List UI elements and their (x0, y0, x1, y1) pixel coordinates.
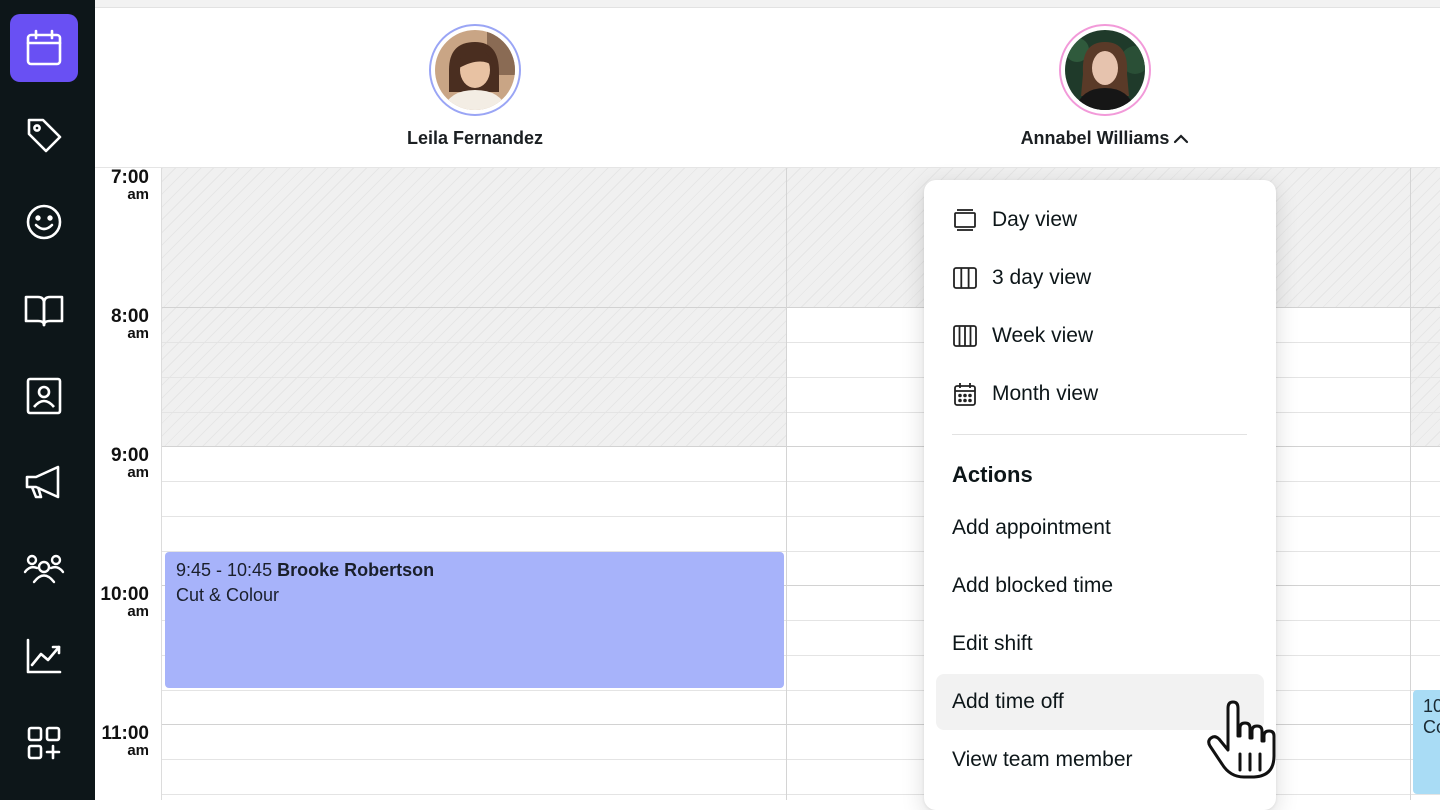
menu-item-label: Add appointment (952, 516, 1111, 539)
menu-item-label: Month view (992, 382, 1099, 405)
menu-item-add-appointment[interactable]: Add appointment (936, 500, 1264, 556)
time-gutter: 7:00 am 8:00 am 9:00 am 10:00 am 11:00 am (95, 168, 162, 800)
menu-item-week-view[interactable]: Week view (936, 308, 1264, 364)
menu-item-edit-shift[interactable]: Edit shift (936, 616, 1264, 672)
sidebar-item-clients[interactable] (10, 188, 78, 256)
appointment-time: 10 (1423, 696, 1440, 716)
time-label: 8:00 am (110, 306, 149, 342)
menu-item-label: Add time off (952, 690, 1064, 713)
team-member-annabel[interactable]: Annabel Williams (955, 24, 1255, 149)
tag-icon (27, 118, 62, 153)
menu-item-month-view[interactable]: Month view (936, 366, 1264, 422)
menu-item-label: Add blocked time (952, 574, 1114, 597)
time-label: 9:00 am (110, 445, 149, 481)
time-label: 7:00 am (110, 167, 149, 203)
sidebar-item-reports[interactable] (10, 622, 78, 690)
appointment-service: Cut & Colour (176, 585, 280, 605)
menu-item-day-view[interactable]: Day view (936, 192, 1264, 248)
chart-icon (26, 638, 62, 674)
top-strip (95, 0, 1440, 8)
team-icon (23, 554, 65, 584)
sidebar-item-calendar[interactable] (10, 14, 78, 82)
team-member-leila[interactable]: Leila Fernandez (325, 24, 625, 149)
menu-item-label: Week view (992, 324, 1094, 347)
time-label: 11:00 am (101, 723, 149, 759)
avatar (429, 24, 521, 116)
avatar-photo-icon (1065, 30, 1145, 110)
menu-item-add-blocked-time[interactable]: Add blocked time (936, 558, 1264, 614)
contact-card-icon (26, 377, 62, 415)
sidebar-item-sales[interactable] (10, 101, 78, 169)
sidebar-item-marketing[interactable] (10, 448, 78, 516)
sidebar-item-staff[interactable] (10, 535, 78, 603)
avatar-photo-icon (435, 30, 515, 110)
menu-item-label: 3 day view (992, 266, 1092, 289)
smiley-icon (26, 204, 62, 240)
day-view-icon (954, 209, 976, 231)
time-label: 10:00 am (100, 584, 149, 620)
sidebar-nav (0, 0, 95, 800)
chevron-up-icon (1174, 133, 1189, 143)
book-icon (24, 295, 64, 327)
add-apps-icon (27, 726, 61, 760)
megaphone-icon (25, 465, 60, 499)
unavailable-block (1411, 168, 1440, 307)
week-view-icon (953, 325, 977, 347)
appointment-time: 9:45 - 10:45 (176, 560, 273, 580)
appointment-card[interactable]: 9:45 - 10:45 Brooke Robertson Cut & Colo… (165, 552, 784, 688)
three-day-view-icon (953, 267, 977, 289)
menu-item-3-day-view[interactable]: 3 day view (936, 250, 1264, 306)
calendar-icon (26, 29, 62, 66)
appointment-client: Brooke Robertson (277, 560, 435, 580)
appointment-card-partial[interactable]: 10 Co (1413, 690, 1440, 794)
menu-item-label: Day view (992, 208, 1078, 231)
sidebar-item-team[interactable] (10, 362, 78, 430)
menu-section-heading: Actions (952, 462, 1033, 487)
menu-item-label: View team member (952, 748, 1133, 771)
sidebar-item-add-ons[interactable] (10, 709, 78, 777)
appointment-service: Co (1423, 717, 1440, 737)
hand-cursor-icon (1207, 700, 1276, 779)
team-member-name-toggle[interactable]: Annabel Williams (1021, 128, 1190, 149)
menu-divider (952, 434, 1247, 435)
team-member-name: Annabel Williams (1020, 128, 1170, 148)
team-member-name: Leila Fernandez (406, 128, 544, 148)
team-header: Leila Fernandez Annabel Williams (95, 8, 1440, 168)
menu-item-label: Edit shift (952, 632, 1033, 655)
sidebar-item-catalog[interactable] (10, 276, 78, 344)
month-view-icon (954, 383, 976, 406)
avatar (1059, 24, 1151, 116)
calendar-column[interactable] (162, 168, 787, 800)
